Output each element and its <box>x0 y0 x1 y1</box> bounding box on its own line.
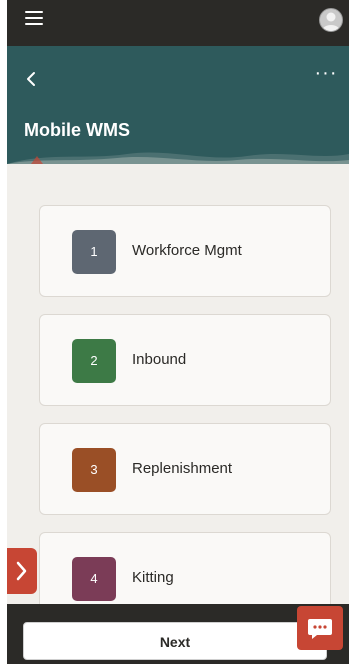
menu-item-number-badge: 1 <box>72 230 116 274</box>
app-frame: ··· Mobile WMS 1 Workforce Mgmt 2 Inboun… <box>7 0 349 664</box>
menu-item-workforce-mgmt[interactable]: 1 Workforce Mgmt <box>39 205 331 297</box>
next-button[interactable]: Next <box>23 622 327 660</box>
chat-bubble-icon <box>308 619 332 639</box>
page-title: Mobile WMS <box>24 120 130 140</box>
chevron-left-icon <box>27 72 35 86</box>
menu-item-label: Replenishment <box>132 460 233 477</box>
header-pattern <box>7 152 349 164</box>
menu-item-inbound[interactable]: 2 Inbound <box>39 314 331 406</box>
back-button[interactable] <box>23 68 43 90</box>
more-options-button[interactable]: ··· <box>313 63 339 86</box>
menu-item-number-badge: 4 <box>72 557 116 601</box>
hamburger-icon[interactable] <box>25 11 43 25</box>
menu-list: 1 Workforce Mgmt 2 Inbound 3 Replenishme… <box>7 164 349 604</box>
chevron-right-icon <box>16 561 27 581</box>
expand-side-panel-button[interactable] <box>7 548 37 594</box>
menu-item-label: Inbound <box>132 351 187 368</box>
menu-item-kitting[interactable]: 4 Kitting <box>39 532 331 604</box>
menu-item-number-badge: 3 <box>72 448 116 492</box>
chat-button[interactable] <box>297 606 343 650</box>
menu-item-replenishment[interactable]: 3 Replenishment <box>39 423 331 515</box>
top-bar <box>7 0 349 46</box>
user-avatar-icon[interactable] <box>319 8 343 32</box>
page-header: ··· Mobile WMS <box>7 46 349 164</box>
menu-item-number-badge: 2 <box>72 339 116 383</box>
menu-item-label: Kitting <box>132 569 174 586</box>
menu-item-label: Workforce Mgmt <box>132 242 242 259</box>
